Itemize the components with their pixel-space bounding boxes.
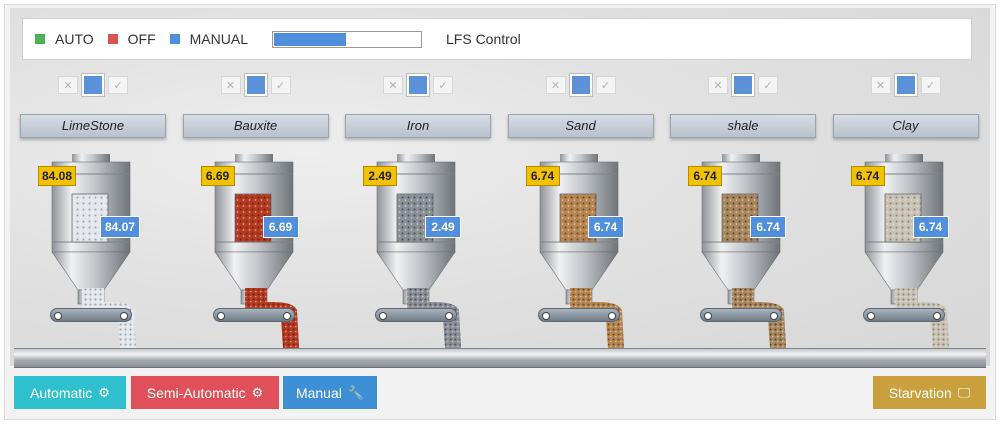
manual-button[interactable]: Manual 🔧	[283, 376, 377, 409]
silo-unit-4: ✕ ✓ shale 6.74 6.74	[664, 62, 816, 362]
actual-value-badge: 2.49	[425, 216, 461, 238]
mode-toggle[interactable]: ✕ ✓	[220, 74, 297, 96]
silo-unit-5: ✕ ✓ Clay 6.74 6.74	[827, 62, 979, 362]
check-icon[interactable]: ✓	[758, 76, 778, 94]
toggle-knob[interactable]	[732, 74, 754, 96]
check-icon[interactable]: ✓	[270, 76, 291, 94]
setpoint-badge: 6.74	[850, 166, 885, 186]
mode-toggle[interactable]: ✕ ✓	[58, 74, 134, 96]
actual-value-badge: 84.07	[100, 216, 141, 238]
feeder-conveyor	[375, 308, 457, 322]
mode-toggle[interactable]: ✕ ✓	[383, 74, 459, 96]
semi-automatic-button-label: Semi-Automatic	[146, 384, 246, 401]
legend-manual-label: MANUAL	[189, 31, 248, 47]
legend-auto-label: AUTO	[55, 31, 94, 47]
cogs-icon: ⚙	[98, 384, 110, 400]
semi-automatic-button[interactable]: Semi-Automatic ⚙	[131, 376, 279, 409]
material-stream	[569, 288, 624, 348]
progress-bar	[272, 30, 422, 48]
setpoint-badge: 2.49	[363, 166, 397, 186]
setpoint-badge: 6.74	[688, 166, 722, 186]
setpoint-badge: 6.69	[200, 166, 235, 186]
legend-manual: MANUAL	[169, 31, 248, 47]
legend-off: OFF	[107, 31, 156, 47]
close-icon[interactable]: ✕	[58, 76, 78, 94]
material-label: shale	[670, 114, 816, 138]
feeder-conveyor	[700, 308, 782, 322]
check-icon[interactable]: ✓	[920, 76, 941, 94]
actual-value-badge: 6.74	[912, 216, 949, 238]
manual-button-label: Manual	[295, 384, 342, 401]
actual-value-badge: 6.74	[587, 216, 624, 238]
gear-icon: ⚙	[251, 384, 264, 400]
mode-toggle[interactable]: ✕ ✓	[708, 74, 784, 96]
check-icon[interactable]: ✓	[108, 76, 128, 94]
close-icon[interactable]: ✕	[870, 76, 891, 94]
feeder-conveyor	[537, 308, 620, 322]
legend-auto: AUTO	[35, 31, 94, 47]
setpoint-badge: 6.74	[525, 166, 560, 186]
feeder-conveyor	[212, 308, 295, 322]
toggle-knob[interactable]	[407, 74, 429, 96]
monitor-icon: 🖵	[957, 384, 971, 400]
main-conveyor-belt	[14, 348, 986, 368]
close-icon[interactable]: ✕	[708, 76, 728, 94]
material-label: Sand	[507, 114, 654, 138]
automatic-button-label: Automatic	[30, 384, 93, 401]
wrench-icon: 🔧	[347, 384, 365, 400]
material-label: Iron	[345, 114, 491, 138]
material-label: Bauxite	[182, 114, 329, 138]
silo-unit-3: ✕ ✓ Sand 6.74 6.74	[502, 62, 654, 362]
silo-unit-0: ✕ ✓ LimeStone 84.08 84.07	[14, 62, 166, 362]
material-label: LimeStone	[20, 114, 166, 138]
close-icon[interactable]: ✕	[383, 76, 403, 94]
material-stream	[407, 288, 461, 348]
starvation-button-label: Starvation	[888, 384, 952, 401]
check-icon[interactable]: ✓	[595, 76, 616, 94]
legend-auto-swatch	[35, 34, 45, 44]
page-title: LFS Control	[446, 31, 521, 47]
mode-toggle[interactable]: ✕ ✓	[545, 74, 622, 96]
toggle-knob[interactable]	[244, 74, 267, 96]
legend-off-label: OFF	[127, 31, 156, 47]
check-icon[interactable]: ✓	[433, 76, 453, 94]
toggle-knob[interactable]	[569, 74, 592, 96]
toggle-knob[interactable]	[82, 74, 104, 96]
close-icon[interactable]: ✕	[220, 76, 241, 94]
close-icon[interactable]: ✕	[545, 76, 566, 94]
actual-value-badge: 6.74	[750, 216, 786, 238]
toggle-knob[interactable]	[894, 74, 917, 96]
feeder-conveyor	[50, 308, 132, 322]
automatic-button[interactable]: Automatic ⚙	[14, 376, 126, 409]
material-label: Clay	[832, 114, 979, 138]
starvation-button[interactable]: Starvation 🖵	[873, 376, 986, 409]
material-stream	[732, 288, 786, 348]
silo-unit-2: ✕ ✓ Iron 2.49 2.49	[339, 62, 491, 362]
feeder-conveyor	[862, 308, 945, 322]
status-bar: AUTO OFF MANUAL LFS Control	[22, 18, 972, 60]
mode-toggle[interactable]: ✕ ✓	[870, 74, 947, 96]
actual-value-badge: 6.69	[262, 216, 299, 238]
progress-fill	[274, 32, 346, 46]
silo-unit-1: ✕ ✓ Bauxite 6.69 6.69	[177, 62, 329, 362]
legend-off-swatch	[107, 34, 118, 44]
legend-manual-swatch	[169, 34, 180, 44]
setpoint-badge: 84.08	[38, 166, 77, 186]
